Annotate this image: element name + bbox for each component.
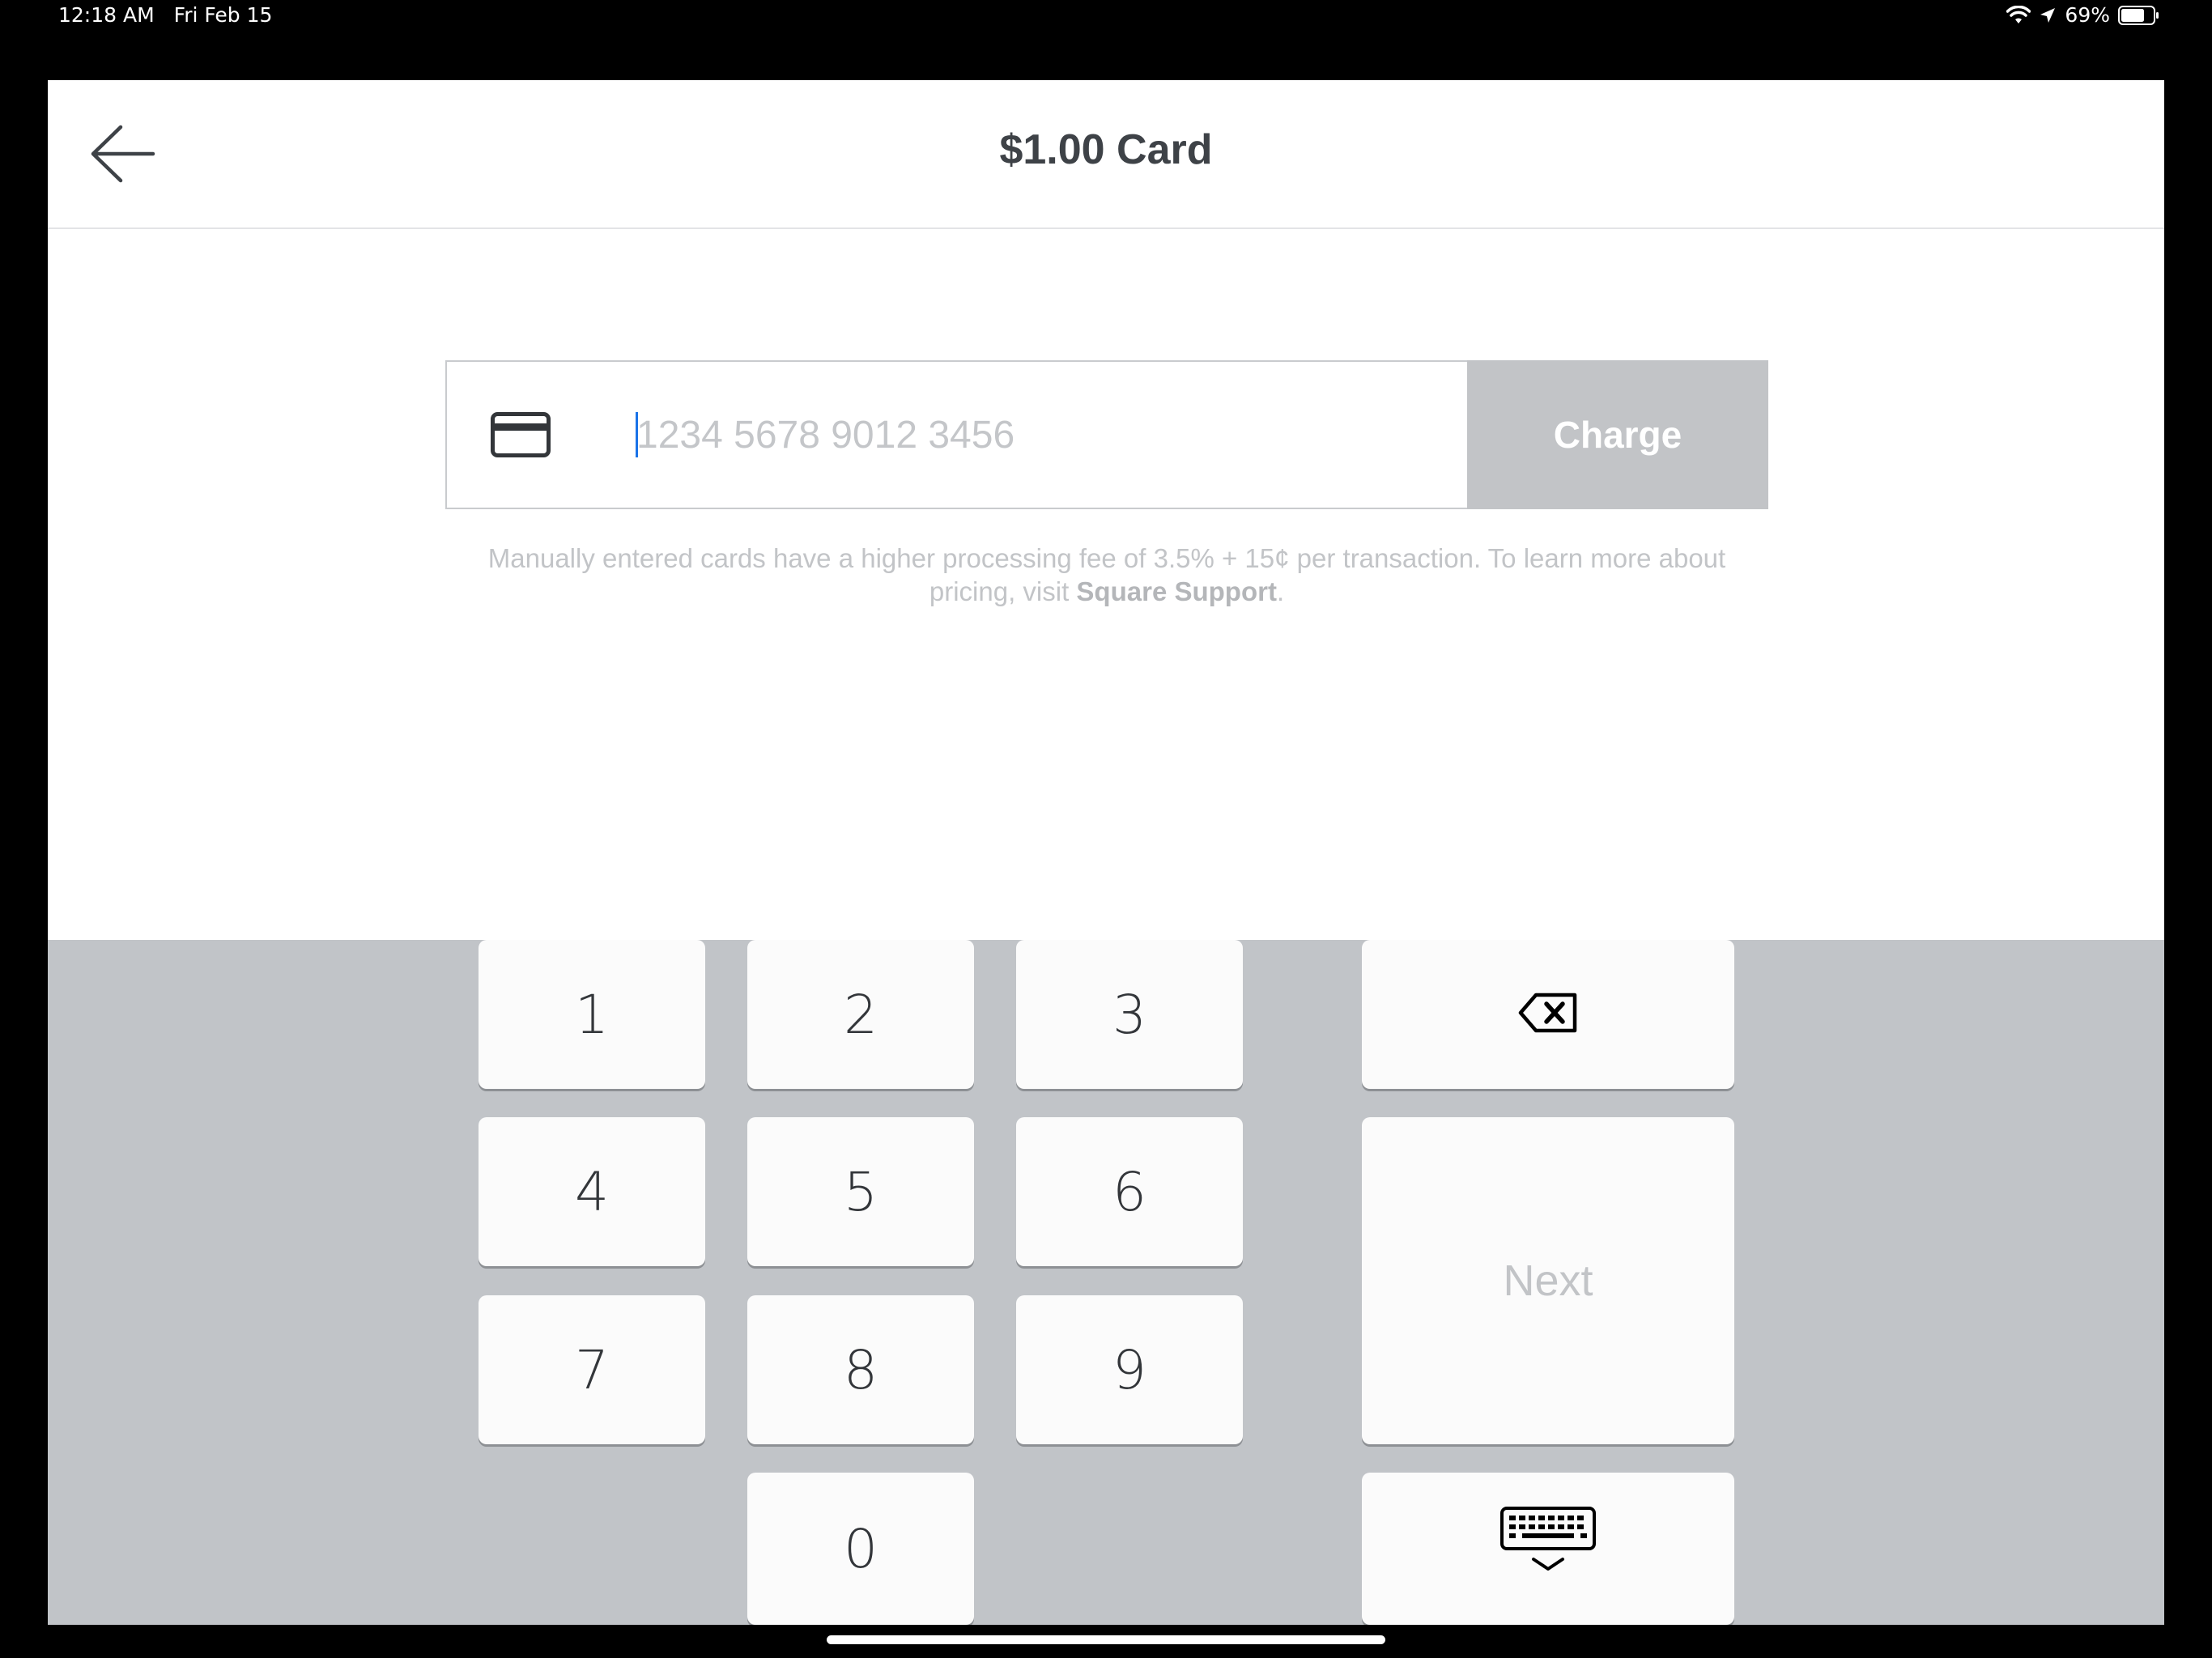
- status-indicators: 69%: [2006, 3, 2160, 27]
- next-key[interactable]: Next: [1362, 1117, 1734, 1444]
- page-title: $1.00 Card: [999, 126, 1213, 173]
- status-time: 12:18 AM: [58, 3, 155, 27]
- key-9[interactable]: 9: [1016, 1295, 1243, 1444]
- key-6[interactable]: 6: [1016, 1117, 1243, 1266]
- charge-button[interactable]: Charge: [1467, 360, 1768, 509]
- back-arrow-icon: [83, 125, 164, 197]
- key-7[interactable]: 7: [479, 1295, 705, 1444]
- card-entry: Charge: [445, 360, 1768, 509]
- card-number-input[interactable]: [636, 404, 1414, 466]
- status-date: Fri Feb 15: [173, 3, 273, 27]
- fee-notice: Manually entered cards have a higher pro…: [445, 542, 1768, 608]
- card-number-field[interactable]: [445, 360, 1470, 509]
- key-3[interactable]: 3: [1016, 940, 1243, 1089]
- square-support-link[interactable]: Square Support: [1076, 576, 1277, 606]
- credit-card-icon: [491, 412, 551, 457]
- location-arrow-icon: [2039, 6, 2057, 24]
- numeric-keypad: 1 2 3 4 5 6 Next 7 8 9 0: [48, 940, 2164, 1625]
- hide-keyboard-icon: [1499, 1506, 1597, 1592]
- battery-percent: 69%: [2065, 3, 2110, 27]
- fee-notice-period: .: [1276, 576, 1285, 606]
- hide-keyboard-key[interactable]: [1362, 1473, 1734, 1625]
- key-5[interactable]: 5: [747, 1117, 974, 1266]
- backspace-key[interactable]: [1362, 940, 1734, 1089]
- battery-icon: [2118, 5, 2160, 26]
- key-8[interactable]: 8: [747, 1295, 974, 1444]
- key-0[interactable]: 0: [747, 1473, 974, 1625]
- home-indicator[interactable]: [827, 1635, 1385, 1644]
- header: $1.00 Card: [48, 80, 2164, 229]
- status-bar: 12:18 AM Fri Feb 15 69%: [0, 0, 2212, 79]
- key-1[interactable]: 1: [479, 940, 705, 1089]
- app-window: $1.00 Card Charge Manually entered cards…: [48, 80, 2164, 1625]
- key-4[interactable]: 4: [479, 1117, 705, 1266]
- key-2[interactable]: 2: [747, 940, 974, 1089]
- backspace-icon: [1518, 984, 1578, 1046]
- wifi-icon: [2006, 5, 2031, 25]
- status-time-group: 12:18 AM Fri Feb 15: [58, 3, 272, 27]
